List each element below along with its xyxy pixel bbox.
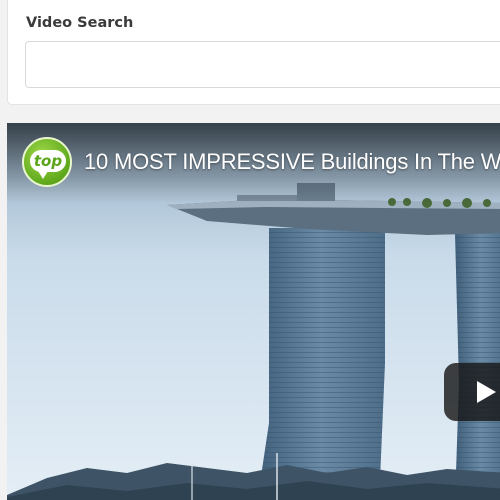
play-icon	[477, 381, 496, 403]
play-button[interactable]	[444, 363, 500, 421]
channel-logo[interactable]: top	[22, 137, 72, 187]
video-title[interactable]: 10 MOST IMPRESSIVE Buildings In The W	[84, 149, 500, 175]
video-title-bar: top 10 MOST IMPRESSIVE Buildings In The …	[7, 123, 500, 203]
channel-logo-text: top	[33, 152, 63, 170]
video-search-input[interactable]	[25, 41, 500, 88]
video-player[interactable]: top 10 MOST IMPRESSIVE Buildings In The …	[7, 123, 500, 500]
video-search-title: Video Search	[26, 15, 134, 31]
video-search-card: Video Search	[7, 0, 500, 105]
